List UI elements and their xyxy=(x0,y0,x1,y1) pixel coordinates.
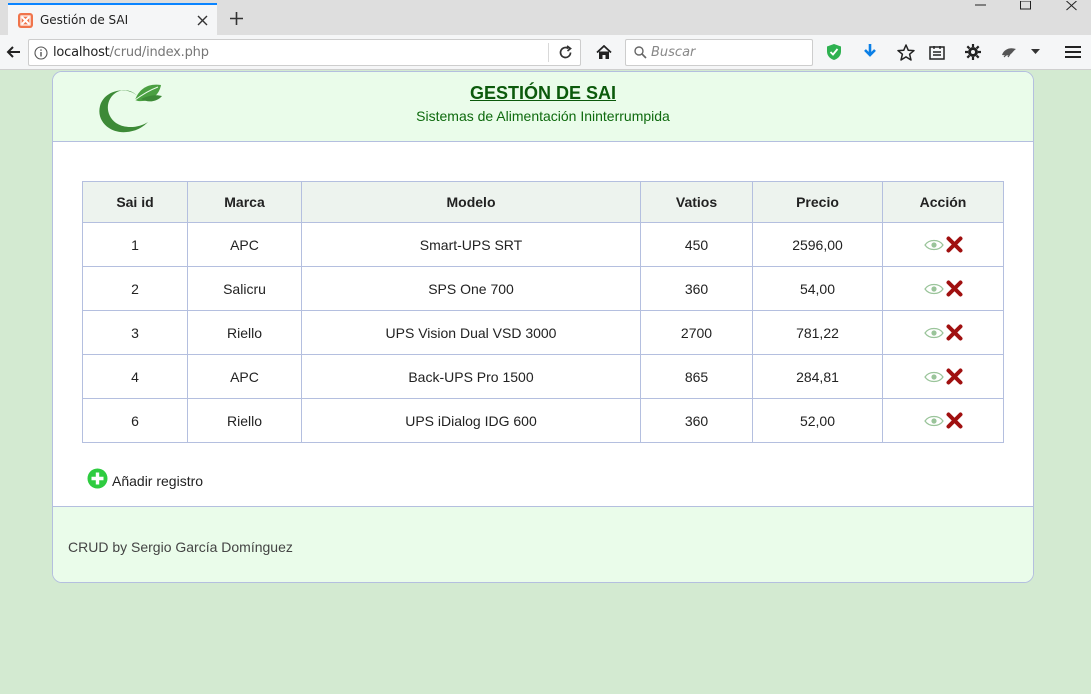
table-row: 2 Salicru SPS One 700 360 54,00 xyxy=(82,266,1004,311)
page-header: GESTIÓN DE SAI Sistemas de Alimentación … xyxy=(53,72,1033,142)
browser-nav-bar: localhost/crud/index.php Buscar xyxy=(0,35,1091,70)
search-placeholder: Buscar xyxy=(651,45,696,60)
hamburger-menu-icon[interactable] xyxy=(1060,39,1086,65)
cell-actions xyxy=(882,310,1004,355)
cell-sai-id: 6 xyxy=(82,398,188,443)
table-row: 6 Riello UPS iDialog IDG 600 360 52,00 xyxy=(82,398,1004,443)
add-record-label[interactable]: Añadir registro xyxy=(112,473,203,489)
page-subtitle: Sistemas de Alimentación Ininterrumpida xyxy=(416,108,670,124)
close-tab-icon[interactable] xyxy=(191,9,213,31)
column-header-marca: Marca xyxy=(187,181,302,223)
cell-vatios: 2700 xyxy=(640,310,753,355)
view-eye-icon[interactable] xyxy=(923,283,944,295)
cell-marca: Salicru xyxy=(187,266,302,311)
settings-gear-icon[interactable] xyxy=(960,39,986,65)
cell-vatios: 865 xyxy=(640,354,753,399)
view-eye-icon[interactable] xyxy=(923,415,944,427)
cell-marca: APC xyxy=(187,354,302,399)
shield-icon[interactable] xyxy=(821,39,847,65)
cell-precio: 2596,00 xyxy=(752,222,883,267)
cell-precio: 52,00 xyxy=(752,398,883,443)
table-row: 1 APC Smart-UPS SRT 450 2596,00 xyxy=(82,222,1004,267)
table-header-row: Sai id Marca Modelo Vatios Precio Acción xyxy=(82,181,1004,223)
reload-icon[interactable] xyxy=(551,40,579,65)
cell-marca: APC xyxy=(187,222,302,267)
cell-modelo: Smart-UPS SRT xyxy=(301,222,641,267)
cell-sai-id: 1 xyxy=(82,222,188,267)
cell-modelo: SPS One 700 xyxy=(301,266,641,311)
menu-dropdown-icon[interactable] xyxy=(1023,39,1047,65)
column-header-accion: Acción xyxy=(882,181,1004,223)
back-icon[interactable] xyxy=(0,39,26,65)
page-title: GESTIÓN DE SAI xyxy=(469,83,617,103)
cell-modelo: UPS Vision Dual VSD 3000 xyxy=(301,310,641,355)
info-icon[interactable] xyxy=(29,45,53,60)
search-bar[interactable]: Buscar xyxy=(625,39,813,66)
column-header-vatios: Vatios xyxy=(640,181,753,223)
reading-list-icon[interactable] xyxy=(924,39,950,65)
add-record-link[interactable]: Añadir registro xyxy=(87,467,203,489)
table-body: 1 APC Smart-UPS SRT 450 2596,00 2 Salicr… xyxy=(82,222,1004,443)
cell-actions xyxy=(882,398,1004,443)
delete-x-icon[interactable] xyxy=(946,280,963,297)
url-text: localhost/crud/index.php xyxy=(53,45,209,60)
view-eye-icon[interactable] xyxy=(923,371,944,383)
url-path: /crud/index.php xyxy=(109,45,209,60)
add-plus-icon[interactable] xyxy=(87,468,108,489)
cell-actions xyxy=(882,266,1004,311)
extension-icon[interactable] xyxy=(996,39,1022,65)
cell-precio: 781,22 xyxy=(752,310,883,355)
close-window-icon[interactable] xyxy=(1056,0,1086,12)
delete-x-icon[interactable] xyxy=(946,236,963,253)
search-icon xyxy=(634,46,647,59)
view-eye-icon[interactable] xyxy=(923,239,944,251)
delete-x-icon[interactable] xyxy=(946,412,963,429)
cell-actions xyxy=(882,354,1004,399)
cell-sai-id: 4 xyxy=(82,354,188,399)
view-eye-icon[interactable] xyxy=(923,327,944,339)
new-tab-icon[interactable] xyxy=(224,6,248,30)
url-bar[interactable]: localhost/crud/index.php xyxy=(28,39,581,66)
cell-marca: Riello xyxy=(187,398,302,443)
main-card: GESTIÓN DE SAI Sistemas de Alimentación … xyxy=(52,71,1034,583)
home-icon[interactable] xyxy=(591,39,617,65)
column-header-precio: Precio xyxy=(752,181,883,223)
url-separator xyxy=(548,43,549,62)
download-icon[interactable] xyxy=(857,39,883,65)
cell-modelo: Back-UPS Pro 1500 xyxy=(301,354,641,399)
cell-precio: 284,81 xyxy=(752,354,883,399)
browser-tab-bar: Gestión de SAI xyxy=(0,0,1091,35)
cell-sai-id: 3 xyxy=(82,310,188,355)
column-header-modelo: Modelo xyxy=(301,181,641,223)
cell-vatios: 360 xyxy=(640,398,753,443)
table-row: 4 APC Back-UPS Pro 1500 865 284,81 xyxy=(82,354,1004,399)
cell-sai-id: 2 xyxy=(82,266,188,311)
cell-vatios: 450 xyxy=(640,222,753,267)
cell-precio: 54,00 xyxy=(752,266,883,311)
xampp-favicon-icon xyxy=(18,12,33,28)
bookmark-star-icon[interactable] xyxy=(893,39,919,65)
tab-title: Gestión de SAI xyxy=(40,13,129,27)
delete-x-icon[interactable] xyxy=(946,368,963,385)
browser-tab[interactable]: Gestión de SAI xyxy=(8,3,217,35)
cell-actions xyxy=(882,222,1004,267)
cell-marca: Riello xyxy=(187,310,302,355)
table-row: 3 Riello UPS Vision Dual VSD 3000 2700 7… xyxy=(82,310,1004,355)
cell-vatios: 360 xyxy=(640,266,753,311)
delete-x-icon[interactable] xyxy=(946,324,963,341)
footer-credit: CRUD by Sergio García Domínguez xyxy=(68,539,293,555)
column-header-sai-id: Sai id xyxy=(82,181,188,223)
sai-table: Sai id Marca Modelo Vatios Precio Acción… xyxy=(82,181,1004,443)
minimize-icon[interactable] xyxy=(965,0,995,12)
url-host: localhost xyxy=(53,45,110,60)
page-footer: CRUD by Sergio García Domínguez xyxy=(53,506,1033,582)
cell-modelo: UPS iDialog IDG 600 xyxy=(301,398,641,443)
maximize-icon[interactable] xyxy=(1010,0,1040,12)
